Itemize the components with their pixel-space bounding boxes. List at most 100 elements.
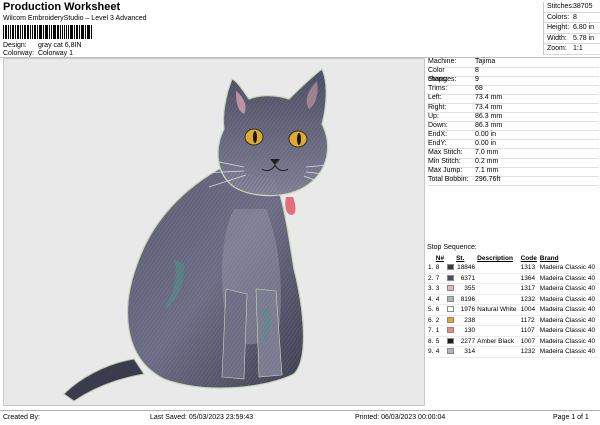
machine-info-row: Trims: 68 [427,85,599,95]
stat-label: Height: [547,24,570,31]
machine-info-row: Left: 73.4 mm [427,94,599,104]
barcode-bar [82,25,85,39]
thread-description: Amber Black [476,336,520,347]
printed-date: Printed: 06/03/2023 00:00:04 [355,414,446,421]
info-label: EndX: [428,130,448,138]
machine-info-row: Stops: 9 [427,76,599,86]
stat-value: 6.80 in [573,24,595,31]
machine-info-row: Up: 86.3 mm [427,113,599,123]
barcode-bar [61,25,63,39]
barcode-bar [90,25,92,39]
thread-color-swatch [446,337,454,344]
stop-row: 7. 1 130 1107 Madeira Classic 40 [427,325,599,337]
stop-index: 3. [427,283,435,295]
design-label: Design: [3,42,27,49]
stop-row: 8. 5 2277 Amber Black 1007 Madeira Classic 40 [427,336,599,347]
barcode-bar [73,25,75,39]
needle-number: 7 [434,273,446,284]
colorway-row: Colorway: Colorway 1 [3,50,73,57]
info-label: Max Jump: [428,167,463,175]
stop-row: 5. 6 1976 Natural White 1004 Madeira Classic … [427,304,599,316]
stat-value: 5.78 in [573,34,595,42]
colorway-value: Colorway 1 [37,50,73,57]
stop-index: 6. [427,315,435,326]
thread-brand: Madeira Classic 40 [538,325,599,337]
col-description-header: Description [477,255,513,262]
stop-sequence-table: N# St. Description Code Brand 1. 8 18846 1313 Mad… [427,254,599,358]
thread-color-swatch [446,285,454,292]
barcode-bar [49,25,51,39]
barcode-bar [7,25,9,39]
stat-row: Stitches: 38705 [544,2,600,13]
thread-brand: Madeira Classic 40 [538,283,599,295]
machine-info-row: EndY: 0.00 in [427,140,599,150]
stat-label: Zoom: [547,45,567,52]
machine-info-row: Color changes: 8 [427,67,599,83]
swatch-cell [445,294,456,305]
thread-description [476,283,520,295]
barcode-bar [87,25,90,39]
col-num-header: N# [435,255,445,262]
stop-table-header: N# St. Description Code Brand [427,254,599,263]
info-value: 0.00 in [475,139,497,147]
needle-number: 4 [434,294,446,305]
machine-info-row: Max Stitch: 7.0 mm [427,149,599,159]
stop-row: 2. 7 6371 1364 Madeira Classic 40 [427,273,599,284]
info-label: Down: [428,121,448,129]
machine-info-row: EndX: 0.00 in [427,131,599,141]
barcode-bar [34,25,37,39]
barcode-bar [66,25,68,39]
info-label: Up: [428,112,439,120]
thread-color-swatch [446,274,454,281]
barcode-bar [56,25,59,39]
stat-row: Colors: 8 [544,13,600,23]
thread-brand: Madeira Classic 40 [538,346,599,358]
barcode-bar [9,25,11,39]
info-value: 73.4 mm [475,103,503,111]
needle-number: 1 [434,325,446,337]
barcode-bar [46,25,49,39]
info-value: 8 [475,67,479,75]
thread-color-swatch [446,348,454,355]
barcode-bar [30,25,32,39]
info-value: 73.4 mm [475,94,503,102]
last-saved: Last Saved: 05/03/2023 23:59:43 [150,414,254,421]
thread-color-swatch [446,295,454,302]
info-label: Stops: [428,76,448,84]
info-label: Trims: [428,85,448,93]
machine-info-row: Total Bobbin: 296.76ft [427,176,599,186]
barcode-bar [51,25,53,39]
footer: Created By: Last Saved: 05/03/2023 23:59… [0,410,600,425]
machine-info-row: Right: 73.4 mm [427,103,599,113]
info-value: 0.2 mm [475,158,499,166]
colorway-label: Colorway: [3,50,35,57]
thread-description [476,325,520,337]
thread-code: 1172 [519,315,539,326]
barcode-bar [85,25,87,39]
stat-row: Height: 6.80 in [544,23,600,34]
thread-brand: Madeira Classic 40 [538,315,599,326]
stitch-count: 2277 [455,336,477,347]
barcode-bar [26,25,30,39]
info-value: 9 [475,76,479,84]
stat-row: Width: 5.78 in [544,34,600,44]
stop-index: 1. [427,263,435,274]
barcode-bar [37,25,38,39]
blank-header [427,254,435,263]
machine-info-panel: Machine: Tajima Color changes: 8 Stops: 9 Trim… [427,58,599,406]
stop-index: 7. [427,325,435,337]
needle-number: 3 [434,283,446,295]
stitch-count: 355 [455,283,477,295]
stop-index: 9. [427,346,435,358]
col-stitches-header: St. [456,255,465,262]
swatch-cell [445,263,456,274]
stop-index: 5. [427,304,435,316]
thread-color-swatch [446,264,454,271]
blank-header [446,254,455,263]
barcode-bar [3,25,4,39]
machine-info-row: Machine: Tajima [427,58,599,68]
design-value: gray cat 6,8IN [37,42,82,49]
thread-description [476,273,520,284]
stitch-count: 6371 [455,273,477,284]
thread-description: Natural White [476,304,520,316]
